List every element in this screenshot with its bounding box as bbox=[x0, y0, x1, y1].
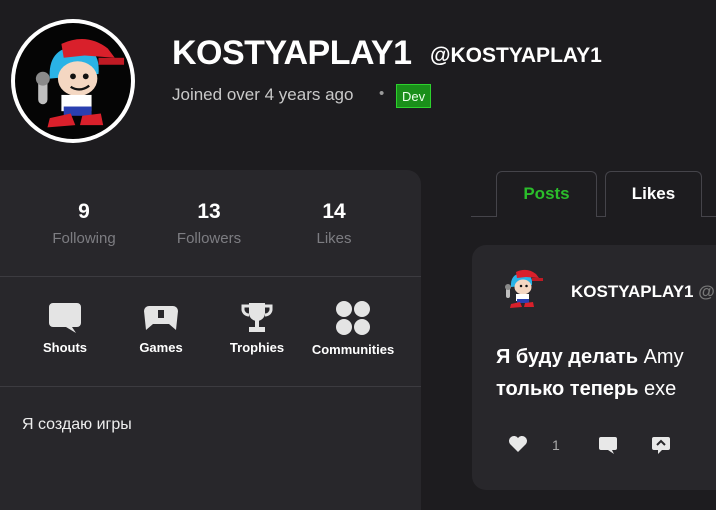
tile-trophies-label: Trophies bbox=[229, 340, 285, 355]
post-author-handle-fragment: @ bbox=[698, 282, 715, 301]
stat-followers[interactable]: 13 Followers bbox=[149, 200, 269, 247]
post-author-avatar[interactable] bbox=[496, 263, 546, 313]
stat-following[interactable]: 9 Following bbox=[24, 200, 144, 247]
divider bbox=[0, 276, 421, 277]
post-line-2-bold: только теперь bbox=[496, 378, 639, 400]
separator-dot: • bbox=[379, 85, 385, 102]
tab-posts[interactable]: Posts bbox=[496, 171, 597, 217]
heart-icon[interactable] bbox=[508, 435, 528, 453]
profile-handle: @KOSTYAPLAY1 bbox=[430, 44, 602, 67]
stat-following-label: Following bbox=[52, 230, 116, 247]
post-line-1: Я буду делать Amy bbox=[496, 341, 716, 373]
tile-shouts-label: Shouts bbox=[42, 340, 88, 355]
communities-icon bbox=[336, 301, 370, 335]
tile-trophies[interactable]: Trophies bbox=[212, 300, 302, 355]
joined-date: Joined over 4 years ago bbox=[172, 85, 354, 104]
post-line-2-rest: exe bbox=[638, 378, 677, 400]
tile-games-label: Games bbox=[139, 340, 183, 355]
share-icon[interactable] bbox=[650, 435, 672, 455]
tile-communities-label: Communities bbox=[311, 342, 395, 357]
trophy-icon bbox=[241, 303, 273, 332]
post-line-1-rest: Amy bbox=[638, 346, 684, 368]
divider bbox=[0, 386, 421, 387]
profile-info-card: 9 Following 13 Followers 14 Likes Shouts… bbox=[0, 170, 421, 510]
like-count: 1 bbox=[552, 437, 560, 453]
dev-badge: Dev bbox=[396, 84, 432, 108]
stat-followers-count: 13 bbox=[197, 200, 221, 223]
tile-shouts[interactable]: Shouts bbox=[20, 300, 110, 355]
profile-avatar[interactable] bbox=[11, 19, 135, 143]
comment-icon[interactable] bbox=[598, 435, 618, 455]
post-author-username: KOSTYAPLAY1 bbox=[571, 282, 694, 301]
tile-communities[interactable]: Communities bbox=[308, 300, 398, 357]
post-card[interactable]: KOSTYAPLAY1 @ Я буду делать Amy только т… bbox=[472, 245, 716, 490]
tile-games[interactable]: Games bbox=[116, 300, 206, 355]
stat-followers-label: Followers bbox=[176, 230, 242, 247]
stat-likes[interactable]: 14 Likes bbox=[274, 200, 394, 247]
post-line-1-bold: Я буду делать bbox=[496, 346, 639, 368]
boyfriend-avatar-image bbox=[15, 23, 131, 139]
tab-likes[interactable]: Likes bbox=[605, 171, 702, 217]
profile-username: KOSTYAPLAY1 bbox=[172, 34, 412, 72]
speech-bubble-icon bbox=[49, 303, 81, 333]
stat-likes-count: 14 bbox=[322, 200, 346, 223]
post-body: Я буду делать Amy только теперь exe bbox=[496, 341, 716, 405]
stat-likes-label: Likes bbox=[316, 230, 352, 247]
gamepad-icon bbox=[144, 306, 178, 330]
profile-bio: Я создаю игры bbox=[22, 416, 132, 433]
post-line-2: только теперь exe bbox=[496, 373, 716, 405]
stat-following-count: 9 bbox=[78, 200, 90, 223]
post-author-name[interactable]: KOSTYAPLAY1 @ bbox=[571, 282, 715, 302]
